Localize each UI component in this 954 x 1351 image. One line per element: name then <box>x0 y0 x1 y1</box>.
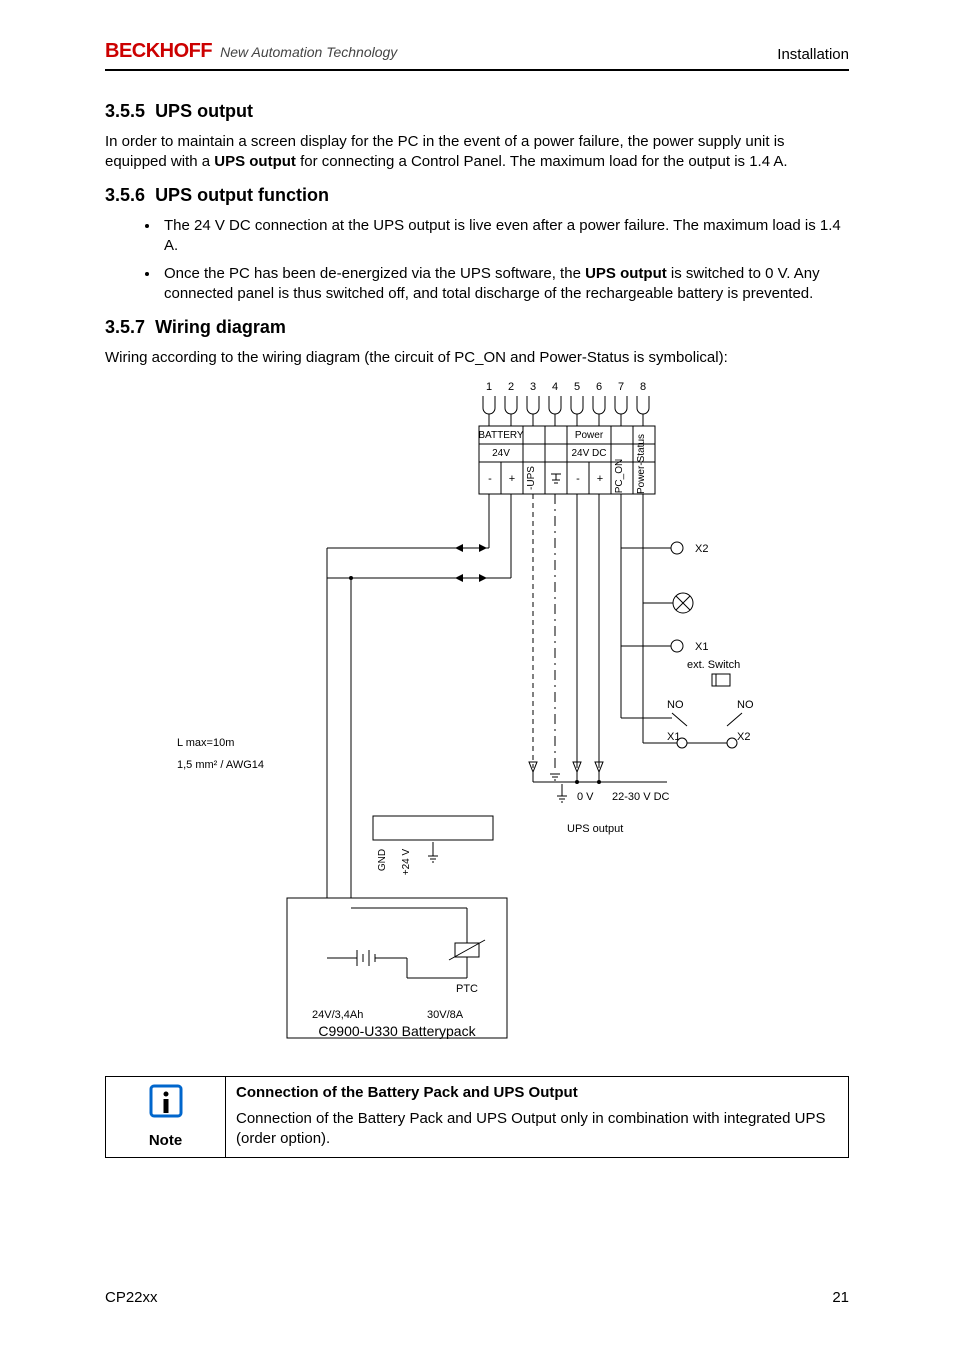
svg-text:7: 7 <box>618 381 624 393</box>
svg-text:-: - <box>488 473 492 485</box>
terminal-screws <box>483 396 649 426</box>
wiring-diagram: .l { stroke:#000; stroke-width:1; fill:n… <box>105 378 849 1058</box>
svg-text:4: 4 <box>552 381 558 393</box>
svg-text:BATTERY: BATTERY <box>478 430 524 441</box>
svg-text:1: 1 <box>486 381 492 393</box>
svg-text:PC_ON: PC_ON <box>614 459 625 493</box>
svg-text:5: 5 <box>574 381 580 393</box>
section-355-body: In order to maintain a screen display fo… <box>105 132 849 173</box>
logo-tagline: New Automation Technology <box>220 44 397 60</box>
note-body: Connection of the Battery Pack and UPS O… <box>236 1110 826 1147</box>
section-357-heading: 3.5.7 Wiring diagram <box>105 317 849 338</box>
note-title: Connection of the Battery Pack and UPS O… <box>236 1083 838 1103</box>
svg-text:1,5 mm² / AWG14: 1,5 mm² / AWG14 <box>177 759 264 771</box>
svg-text:24V/3,4Ah: 24V/3,4Ah <box>312 1009 363 1021</box>
section-357-title: Wiring diagram <box>155 317 286 337</box>
svg-text:3: 3 <box>530 381 536 393</box>
info-icon <box>148 1083 184 1125</box>
page-footer: CP22xx 21 <box>105 1289 849 1306</box>
svg-text:GND: GND <box>377 849 388 871</box>
svg-text:24V DC: 24V DC <box>571 448 606 459</box>
svg-text:C9900-U330 Batterypack: C9900-U330 Batterypack <box>318 1023 476 1039</box>
section-356-title: UPS output function <box>155 185 329 205</box>
svg-text:Power-Status: Power-Status <box>636 434 647 494</box>
svg-text:NO: NO <box>737 699 754 711</box>
svg-text:24V: 24V <box>492 448 510 459</box>
footer-page-number: 21 <box>832 1289 849 1306</box>
note-body-cell: Connection of the Battery Pack and UPS O… <box>226 1076 849 1158</box>
svg-text:6: 6 <box>596 381 602 393</box>
svg-text:-UPS: -UPS <box>526 465 537 489</box>
wiring-diagram-svg: .l { stroke:#000; stroke-width:1; fill:n… <box>167 378 787 1058</box>
svg-text:2: 2 <box>508 381 514 393</box>
svg-text:UPS output: UPS output <box>567 823 623 835</box>
svg-text:X2: X2 <box>737 731 750 743</box>
section-356-heading: 3.5.6 UPS output function <box>105 185 849 206</box>
logo-main: BECKHOFF <box>105 40 212 63</box>
svg-text:22-30 V DC: 22-30 V DC <box>612 791 670 803</box>
logo-block: BECKHOFF New Automation Technology <box>105 40 397 63</box>
svg-text:+: + <box>509 473 515 485</box>
list-item: The 24 V DC connection at the UPS output… <box>160 216 849 257</box>
note-left-cell: Note <box>106 1076 226 1158</box>
section-355-number: 3.5.5 <box>105 101 145 121</box>
section-357-body: Wiring according to the wiring diagram (… <box>105 348 849 368</box>
svg-text:L max=10m: L max=10m <box>177 737 234 749</box>
note-label: Note <box>116 1131 215 1151</box>
svg-text:0 V: 0 V <box>577 791 594 803</box>
svg-text:X2: X2 <box>695 543 708 555</box>
terminal-numbers: 1 2 3 4 5 6 7 8 <box>486 381 646 393</box>
svg-text:+24 V: +24 V <box>401 848 412 875</box>
svg-text:+: + <box>597 473 603 485</box>
section-357-number: 3.5.7 <box>105 317 145 337</box>
svg-text:X1: X1 <box>695 641 708 653</box>
svg-text:Power: Power <box>575 430 604 441</box>
footer-product: CP22xx <box>105 1289 158 1306</box>
svg-text:NO: NO <box>667 699 684 711</box>
section-355-title: UPS output <box>155 101 253 121</box>
svg-text:-: - <box>576 473 580 485</box>
section-356-number: 3.5.6 <box>105 185 145 205</box>
svg-text:PTC: PTC <box>456 983 478 995</box>
section-356-bullets: The 24 V DC connection at the UPS output… <box>160 216 849 305</box>
list-item: Once the PC has been de-energized via th… <box>160 264 849 305</box>
header-section-label: Installation <box>777 46 849 63</box>
svg-text:30V/8A: 30V/8A <box>427 1009 464 1021</box>
ups-output-connector: 1 2 <box>373 816 493 840</box>
svg-text:ext. Switch: ext. Switch <box>687 659 740 671</box>
section-355-heading: 3.5.5 UPS output <box>105 101 849 122</box>
svg-text:8: 8 <box>640 381 646 393</box>
page-header: BECKHOFF New Automation Technology Insta… <box>105 40 849 71</box>
note-box: Note Connection of the Battery Pack and … <box>105 1076 849 1159</box>
